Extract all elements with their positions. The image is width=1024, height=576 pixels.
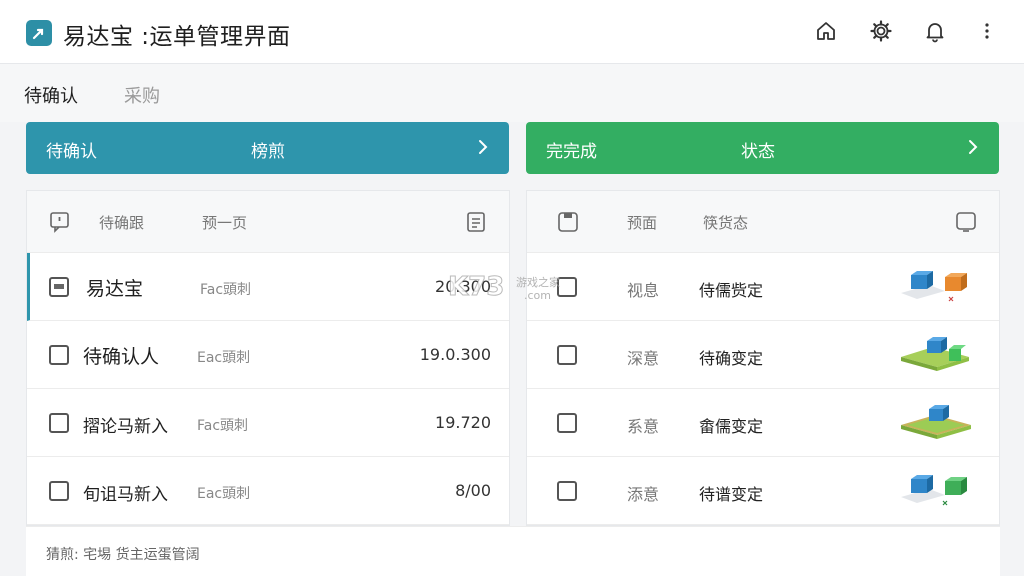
cargo-boxes-icon — [901, 475, 967, 506]
monitor-icon[interactable] — [955, 211, 977, 233]
orders-table: 待确跟 预一页 易达宝 Fac頭刺 20.300 待确认人 Eac頭刺 19.0… — [26, 190, 510, 526]
table-row[interactable]: 添意 待谱变定 — [527, 457, 999, 525]
row-name: 旬诅马新入 — [83, 485, 168, 505]
banner-value: 状态 — [741, 142, 775, 162]
row-status: 待谱变定 — [699, 485, 764, 504]
row-type: 系意 — [627, 417, 660, 436]
tab-purchase[interactable]: 采购 — [124, 82, 160, 108]
chevron-right-icon — [969, 140, 978, 154]
status-table: 预面 筷货态 视息 侍儒赀定 深意 待确变定 系意 畬儒变定 添意 待谱变定 — [526, 190, 1000, 526]
watermark-url: .com — [524, 289, 551, 302]
select-all-icon[interactable] — [557, 211, 579, 233]
row-name: 易达宝 — [86, 278, 144, 300]
row-checkbox[interactable] — [557, 481, 577, 501]
watermark-mark: K73 — [447, 272, 505, 303]
comment-icon[interactable] — [49, 211, 71, 233]
row-checkbox[interactable] — [557, 413, 577, 433]
row-type: 添意 — [627, 485, 660, 504]
tab-pending[interactable]: 待确认 — [24, 82, 78, 108]
table-row[interactable]: 系意 畬儒变定 — [527, 389, 999, 457]
row-checkbox[interactable] — [557, 345, 577, 365]
row-checkbox[interactable] — [49, 277, 69, 297]
row-value: 19.720 — [435, 413, 491, 432]
row-sub: Eac頭刺 — [197, 486, 251, 502]
row-checkbox[interactable] — [49, 413, 69, 433]
row-value: 8/00 — [455, 481, 491, 500]
pending-banner[interactable]: 待确认 榜煎 — [26, 122, 509, 174]
document-icon[interactable] — [465, 211, 487, 233]
table-header: 预面 筷货态 — [527, 191, 999, 253]
platform-cargo-icon — [901, 337, 969, 371]
column-header: 筷货态 — [703, 214, 749, 232]
table-row[interactable]: 深意 待确变定 — [527, 321, 999, 389]
tab-bar: 待确认 采购 — [0, 64, 1024, 122]
row-status: 畬儒变定 — [699, 417, 764, 436]
row-checkbox[interactable] — [49, 481, 69, 501]
platform-cargo-icon — [901, 405, 971, 439]
row-value: 19.0.300 — [419, 345, 491, 364]
row-sub: Fac頭刺 — [200, 282, 252, 298]
row-sub: Fac頭刺 — [197, 418, 249, 434]
gear-icon[interactable] — [868, 18, 894, 44]
completed-banner[interactable]: 完完成 状态 — [526, 122, 999, 174]
row-type: 视息 — [627, 281, 660, 300]
bell-icon[interactable] — [922, 18, 948, 44]
row-name: 摺论马新入 — [83, 417, 168, 437]
table-row[interactable]: 待确认人 Eac頭刺 19.0.300 — [27, 321, 509, 389]
app-logo-icon — [26, 20, 52, 46]
banner-value: 榜煎 — [251, 142, 285, 162]
table-header: 待确跟 预一页 — [27, 191, 509, 253]
row-status: 侍儒赀定 — [699, 281, 764, 300]
site-watermark-logo: K73 游戏之家 .com — [447, 272, 578, 306]
more-vertical-icon[interactable] — [974, 18, 1000, 44]
banner-label: 待确认 — [46, 142, 97, 162]
column-header: 预一页 — [202, 214, 248, 232]
row-sub: Eac頭刺 — [197, 350, 251, 366]
table-row[interactable]: 旬诅马新入 Eac頭刺 8/00 — [27, 457, 509, 525]
column-header: 待确跟 — [99, 214, 145, 232]
banner-label: 完完成 — [546, 142, 597, 162]
row-status: 待确变定 — [699, 349, 764, 368]
top-bar: 易达宝 :运单管理畀面 — [0, 0, 1024, 64]
table-row[interactable]: 视息 侍儒赀定 — [527, 253, 999, 321]
footer-text: 猜煎: 宅埸 货主运蛋管阔 — [46, 547, 200, 563]
row-type: 深意 — [627, 349, 660, 368]
row-name: 待确认人 — [83, 346, 160, 368]
column-header: 预面 — [627, 214, 658, 232]
watermark-sub: 游戏之家 — [516, 276, 560, 289]
cargo-boxes-icon — [901, 271, 967, 302]
app-title: 易达宝 :运单管理畀面 — [63, 24, 291, 50]
row-checkbox[interactable] — [49, 345, 69, 365]
chevron-right-icon — [479, 140, 488, 154]
home-icon[interactable] — [813, 18, 839, 44]
footer-bar: 猜煎: 宅埸 货主运蛋管阔 — [26, 526, 1000, 576]
table-row[interactable]: 摺论马新入 Fac頭刺 19.720 — [27, 389, 509, 457]
table-row[interactable]: 易达宝 Fac頭刺 20.300 — [27, 253, 509, 321]
